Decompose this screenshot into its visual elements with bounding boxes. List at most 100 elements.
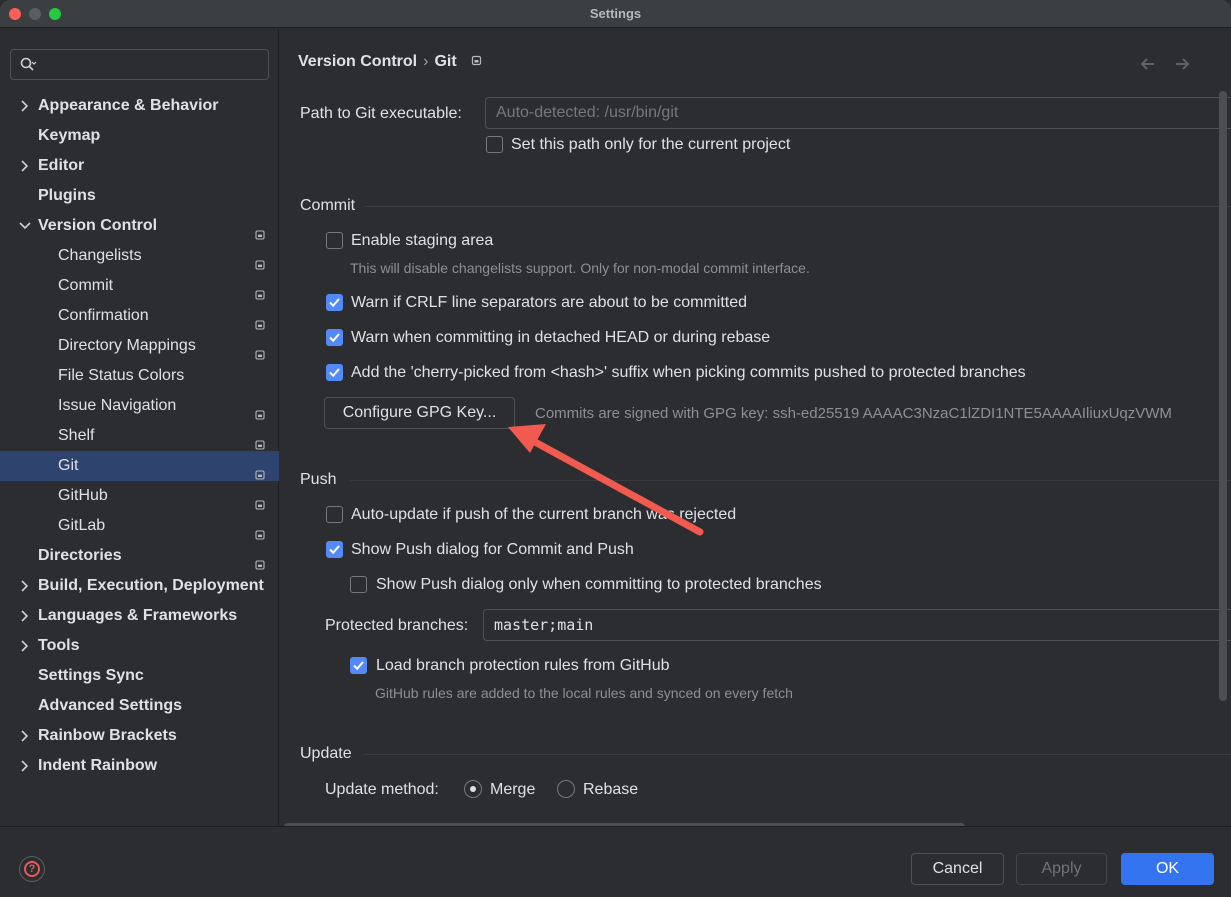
- project-level-icon: [255, 290, 265, 300]
- tree-toggle[interactable]: [18, 151, 32, 181]
- sidebar-item-label: File Status Colors: [58, 367, 185, 384]
- chevron-right-icon: [21, 580, 29, 592]
- dialog-footer: ? Cancel Apply OK: [0, 826, 1231, 897]
- warn-detached-checkbox[interactable]: [326, 329, 343, 346]
- sidebar-item-version-control[interactable]: Version Control: [0, 211, 279, 241]
- project-level-indicator: [255, 311, 265, 330]
- project-level-icon: [255, 500, 265, 510]
- git-path-label: Path to Git executable:: [300, 105, 462, 122]
- chevron-right-icon: [21, 640, 29, 652]
- current-project-only-checkbox[interactable]: [486, 136, 503, 153]
- enable-staging-checkbox[interactable]: [326, 232, 343, 249]
- forward-arrow-icon[interactable]: [1174, 57, 1190, 71]
- tree-toggle[interactable]: [18, 601, 32, 631]
- cherry-pick-suffix-checkbox[interactable]: [326, 364, 343, 381]
- settings-search-input[interactable]: [10, 49, 269, 80]
- chevron-right-icon: [21, 760, 29, 772]
- back-arrow-icon[interactable]: [1140, 57, 1156, 71]
- load-branch-rules-checkbox[interactable]: [350, 657, 367, 674]
- sidebar-item-shelf[interactable]: Shelf: [0, 421, 279, 451]
- sidebar-item-editor[interactable]: Editor: [0, 151, 279, 181]
- update-rebase-radio[interactable]: [557, 780, 575, 798]
- update-method-label: Update method:: [325, 781, 439, 798]
- project-level-indicator: [255, 461, 265, 480]
- sidebar-item-settings-sync[interactable]: Settings Sync: [0, 661, 279, 691]
- sidebar-item-file-status-colors[interactable]: File Status Colors: [0, 361, 279, 391]
- chevron-right-icon: [21, 610, 29, 622]
- tree-toggle[interactable]: [18, 751, 32, 781]
- sidebar-item-confirmation[interactable]: Confirmation: [0, 301, 279, 331]
- help-icon: ?: [24, 861, 40, 877]
- show-push-dialog-label: Show Push dialog for Commit and Push: [351, 541, 634, 558]
- sidebar-item-label: Version Control: [38, 217, 158, 234]
- chevron-right-icon: [21, 100, 29, 112]
- tree-toggle[interactable]: [18, 721, 32, 751]
- project-level-icon: [255, 320, 265, 330]
- update-merge-radio[interactable]: [464, 780, 482, 798]
- cancel-button[interactable]: Cancel: [911, 853, 1004, 885]
- project-level-icon: [255, 410, 265, 420]
- project-level-indicator: [255, 551, 265, 570]
- checkmark-icon: [353, 661, 364, 671]
- sidebar-item-github[interactable]: GitHub: [0, 481, 279, 511]
- load-branch-rules-label: Load branch protection rules from GitHub: [376, 657, 670, 674]
- project-level-icon: [255, 440, 265, 450]
- breadcrumb-current: Git: [434, 53, 457, 70]
- sidebar-item-label: Editor: [38, 157, 85, 174]
- tree-toggle[interactable]: [18, 91, 32, 121]
- sidebar-item-rainbow-brackets[interactable]: Rainbow Brackets: [0, 721, 279, 751]
- sidebar-item-plugins[interactable]: Plugins: [0, 181, 279, 211]
- sidebar-item-keymap[interactable]: Keymap: [0, 121, 279, 151]
- sidebar-item-appearance-behavior[interactable]: Appearance & Behavior: [0, 91, 279, 121]
- project-level-indicator: [255, 491, 265, 510]
- show-push-protected-checkbox[interactable]: [350, 576, 367, 593]
- sidebar-item-label: Rainbow Brackets: [38, 727, 177, 744]
- sidebar-item-label: Issue Navigation: [58, 397, 177, 414]
- show-push-protected-label: Show Push dialog only when committing to…: [376, 576, 822, 593]
- project-level-icon: [255, 260, 265, 270]
- sidebar-item-issue-navigation[interactable]: Issue Navigation: [0, 391, 279, 421]
- auto-update-checkbox[interactable]: [326, 506, 343, 523]
- apply-button[interactable]: Apply: [1016, 853, 1107, 885]
- cherry-pick-suffix-label: Add the 'cherry-picked from <hash>' suff…: [351, 364, 1026, 381]
- sidebar-item-gitlab[interactable]: GitLab: [0, 511, 279, 541]
- sidebar-item-indent-rainbow[interactable]: Indent Rainbow: [0, 751, 279, 781]
- sidebar-item-label: Git: [58, 457, 79, 474]
- project-level-indicator: [255, 281, 265, 300]
- ok-button[interactable]: OK: [1121, 853, 1214, 885]
- push-section-title: Push: [300, 471, 337, 488]
- configure-gpg-key-button[interactable]: Configure GPG Key...: [324, 397, 515, 429]
- sidebar-item-tools[interactable]: Tools: [0, 631, 279, 661]
- sidebar-item-label: Indent Rainbow: [38, 757, 158, 774]
- git-path-input[interactable]: Auto-detected: /usr/bin/git: [485, 97, 1231, 129]
- vertical-scrollbar[interactable]: [1219, 91, 1227, 701]
- tree-toggle[interactable]: [18, 631, 32, 661]
- sidebar-item-label: Plugins: [38, 187, 96, 204]
- sidebar-item-build-execution-deployment[interactable]: Build, Execution, Deployment: [0, 571, 279, 601]
- window-title: Settings: [589, 6, 642, 21]
- tree-toggle[interactable]: [18, 571, 32, 601]
- sidebar-item-label: Languages & Frameworks: [38, 607, 238, 624]
- project-level-indicator: [255, 431, 265, 450]
- sidebar-item-label: Build, Execution, Deployment: [38, 577, 264, 594]
- sidebar-item-directory-mappings[interactable]: Directory Mappings: [0, 331, 279, 361]
- sidebar-item-git[interactable]: Git: [0, 451, 279, 481]
- sidebar-item-commit[interactable]: Commit: [0, 271, 279, 301]
- sidebar-item-label: Confirmation: [58, 307, 149, 324]
- show-push-dialog-checkbox[interactable]: [326, 541, 343, 558]
- sidebar-item-advanced-settings[interactable]: Advanced Settings: [0, 691, 279, 721]
- protected-branches-input[interactable]: master;main: [483, 609, 1231, 641]
- sidebar-item-label: Directories: [38, 547, 122, 564]
- sidebar-item-changelists[interactable]: Changelists: [0, 241, 279, 271]
- sidebar-item-directories[interactable]: Directories: [0, 541, 279, 571]
- breadcrumb-separator: ›: [423, 53, 429, 70]
- warn-crlf-checkbox[interactable]: [326, 294, 343, 311]
- sidebar-item-languages-frameworks[interactable]: Languages & Frameworks: [0, 601, 279, 631]
- help-button[interactable]: ?: [19, 856, 45, 882]
- sidebar-item-label: Changelists: [58, 247, 142, 264]
- breadcrumb-parent[interactable]: Version Control: [298, 53, 417, 70]
- project-level-icon: [255, 350, 265, 360]
- sidebar-item-label: Advanced Settings: [38, 697, 183, 714]
- breadcrumb: Version Control › Git: [298, 53, 482, 71]
- tree-toggle[interactable]: [18, 211, 32, 241]
